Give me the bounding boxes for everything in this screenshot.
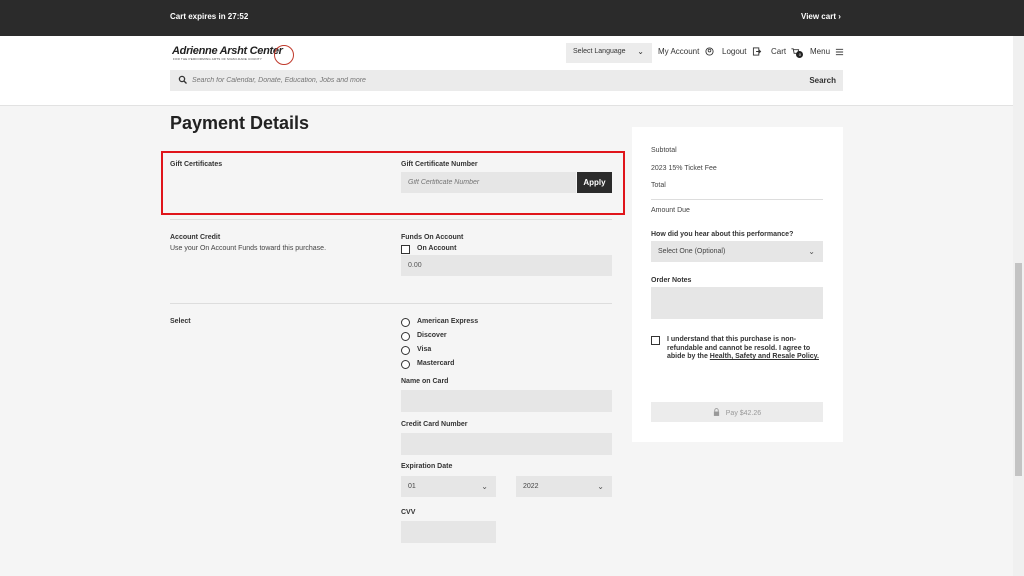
hear-about-select[interactable]: Select One (Optional) ⌄ (651, 241, 823, 262)
summary-divider (651, 199, 823, 200)
account-credit-label: Account Credit (170, 234, 221, 241)
mastercard-radio[interactable] (401, 360, 410, 369)
name-on-card-label: Name on Card (401, 378, 449, 385)
mastercard-label: Mastercard (417, 360, 455, 367)
logout-label: Logout (722, 47, 747, 56)
discover-label: Discover (417, 332, 447, 339)
gift-certificates-label: Gift Certificates (170, 161, 223, 168)
policy-agree-checkbox[interactable] (651, 336, 660, 345)
on-account-checkbox-label: On Account (417, 245, 457, 252)
search-input[interactable] (192, 73, 752, 88)
chevron-down-icon: ⌄ (637, 47, 644, 56)
hear-about-value: Select One (Optional) (658, 248, 726, 255)
funds-on-account-label: Funds On Account (401, 234, 464, 241)
visa-radio[interactable] (401, 346, 410, 355)
discover-radio[interactable] (401, 332, 410, 341)
order-notes-label: Order Notes (651, 277, 692, 284)
visa-label: Visa (417, 346, 432, 353)
credit-card-number-label: Credit Card Number (401, 421, 468, 428)
policy-agreement-text: I understand that this purchase is non-r… (667, 336, 823, 362)
name-on-card-input[interactable] (401, 390, 612, 412)
page-title: Payment Details (170, 113, 310, 133)
hear-about-label: How did you hear about this performance? (651, 231, 794, 238)
section-divider (170, 219, 612, 220)
account-amount-field[interactable]: 0.00 (401, 255, 612, 276)
amex-label: American Express (417, 318, 479, 325)
expiration-year-select[interactable]: 2022 ⌄ (516, 476, 612, 497)
chevron-down-icon: ⌄ (808, 247, 815, 256)
apply-button[interactable]: Apply (577, 172, 612, 193)
order-notes-textarea[interactable] (651, 287, 823, 319)
my-account-link[interactable]: My Account (658, 47, 714, 56)
menu-button[interactable]: Menu (810, 47, 844, 56)
cart-expiry-text: Cart expires in 27:52 (170, 12, 249, 21)
order-summary-panel (632, 127, 843, 442)
on-account-checkbox[interactable] (401, 245, 410, 254)
expiration-year-value: 2022 (523, 483, 539, 490)
amount-due-label: Amount Due (651, 207, 690, 214)
logo-name: Adrienne Arsht Center (172, 45, 283, 57)
language-select[interactable]: Select Language ⌄ (566, 43, 652, 63)
chevron-down-icon: ⌄ (597, 482, 604, 491)
cart-link[interactable]: Cart 0 (771, 47, 804, 58)
chevron-down-icon: ⌄ (481, 482, 488, 491)
logout-icon (752, 47, 761, 56)
page-scrollbar[interactable] (1013, 36, 1024, 576)
site-logo[interactable]: Adrienne Arsht Center FOR THE PERFORMING… (172, 45, 294, 65)
gift-certificate-number-label: Gift Certificate Number (401, 161, 478, 168)
pay-button-label: Pay $42.26 (725, 410, 762, 417)
language-select-value: Select Language (573, 48, 626, 55)
hamburger-icon (836, 48, 844, 56)
search-icon (178, 75, 187, 84)
my-account-label: My Account (658, 47, 700, 56)
user-icon (705, 47, 714, 56)
subtotal-label: Subtotal (651, 147, 677, 154)
site-search-bar: Search (170, 70, 843, 91)
site-header: Adrienne Arsht Center FOR THE PERFORMING… (0, 36, 1024, 106)
cart-label: Cart (771, 47, 787, 57)
amex-radio[interactable] (401, 318, 410, 327)
total-label: Total (651, 182, 666, 189)
logout-link[interactable]: Logout (722, 47, 762, 56)
gift-certificate-input[interactable] (401, 172, 576, 193)
cart-count-badge: 0 (796, 51, 804, 58)
scrollbar-thumb[interactable] (1015, 263, 1022, 476)
payment-method-label: Select (170, 318, 191, 325)
ticket-fee-label: 2023 15% Ticket Fee (651, 165, 717, 172)
cart-timer-banner: Cart expires in 27:52 View cart › (0, 0, 1024, 36)
lock-icon (713, 408, 719, 416)
logo-emblem-icon (274, 45, 294, 65)
cvv-label: CVV (401, 509, 416, 516)
section-divider (170, 303, 612, 304)
credit-card-number-input[interactable] (401, 433, 612, 455)
view-cart-link[interactable]: View cart › (801, 12, 841, 21)
cvv-input[interactable] (401, 521, 496, 543)
expiration-month-select[interactable]: 01 ⌄ (401, 476, 496, 497)
expiration-month-value: 01 (408, 483, 416, 490)
pay-button[interactable]: Pay $42.26 (651, 402, 823, 422)
logo-tagline: FOR THE PERFORMING ARTS OF MIAMI-DADE CO… (173, 57, 263, 61)
expiration-date-label: Expiration Date (401, 463, 453, 470)
account-credit-description: Use your On Account Funds toward this pu… (170, 245, 327, 252)
search-button[interactable]: Search (809, 76, 836, 85)
policy-link[interactable]: Health, Safety and Resale Policy. (710, 353, 819, 360)
menu-label: Menu (810, 47, 831, 56)
